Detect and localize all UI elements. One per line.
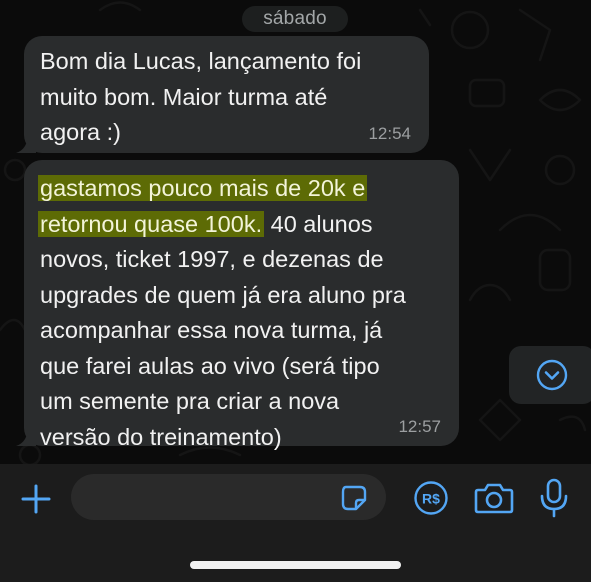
message-timestamp: 12:54 bbox=[368, 124, 411, 143]
message-input[interactable] bbox=[71, 474, 386, 520]
camera-icon[interactable] bbox=[474, 481, 514, 515]
plus-icon[interactable] bbox=[20, 483, 52, 515]
brazilian-real-payment-icon[interactable]: R$ bbox=[414, 481, 448, 515]
message-body-text: 40 alunos novos, ticket 1997, e dezenas … bbox=[40, 210, 406, 450]
chevron-down-circle-icon bbox=[536, 359, 568, 391]
message-bubble[interactable]: Bom dia Lucas, lançamento foi muito bom.… bbox=[16, 36, 429, 153]
message-text: Bom dia Lucas, lançamento foi muito bom.… bbox=[40, 48, 362, 145]
home-indicator bbox=[190, 561, 401, 569]
date-separator: sábado bbox=[242, 6, 348, 32]
microphone-icon[interactable] bbox=[539, 478, 569, 518]
message-timestamp: 12:57 bbox=[398, 417, 441, 436]
bubble-tail bbox=[16, 133, 36, 153]
bubble-tail bbox=[16, 426, 36, 446]
svg-text:R$: R$ bbox=[422, 491, 440, 507]
composer-bar: R$ bbox=[0, 464, 591, 582]
message-bubble[interactable]: gastamos pouco mais de 20k e retornou qu… bbox=[16, 160, 459, 450]
message-text: gastamos pouco mais de 20k e retornou qu… bbox=[38, 171, 447, 455]
scroll-to-bottom-button[interactable] bbox=[509, 346, 591, 404]
sticker-icon[interactable] bbox=[340, 484, 368, 512]
chat-area[interactable]: sábado Bom dia Lucas, lançamento foi mui… bbox=[0, 0, 591, 464]
